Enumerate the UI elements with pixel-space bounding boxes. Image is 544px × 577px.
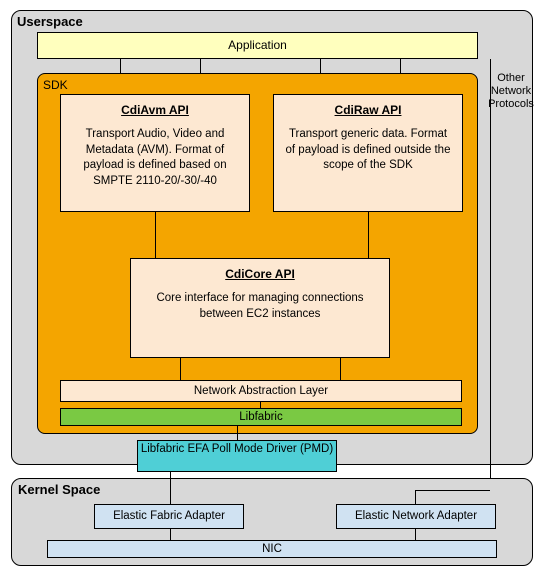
cdiraw-api-box: CdiRaw API Transport generic data. Forma… <box>273 94 463 212</box>
userspace-title: Userspace <box>17 14 117 30</box>
architecture-diagram: Userspace Application Other Network Prot… <box>0 0 544 577</box>
cdiavm-api-box: CdiAvm API Transport Audio, Video and Me… <box>60 94 250 212</box>
libfabric-box: Libfabric <box>60 408 462 426</box>
connector <box>170 529 171 540</box>
nic-box: NIC <box>47 540 497 558</box>
cdicore-desc: Core interface for managing connections … <box>143 291 377 322</box>
application-box: Application <box>37 32 478 59</box>
connector <box>180 358 181 380</box>
cdiavm-desc: Transport Audio, Video and Metadata (AVM… <box>71 127 239 189</box>
connector <box>415 490 490 491</box>
cdiraw-title: CdiRaw API <box>284 103 452 117</box>
libfabric-pmd-box: Libfabric EFA Poll Mode Driver (PMD) <box>137 440 337 472</box>
cdiavm-title: CdiAvm API <box>71 103 239 117</box>
elastic-fabric-adapter-box: Elastic Fabric Adapter <box>94 504 244 529</box>
elastic-network-adapter-box: Elastic Network Adapter <box>336 504 496 529</box>
cdiraw-desc: Transport generic data. Format of payloa… <box>284 127 452 174</box>
connector <box>170 472 171 504</box>
connector <box>340 358 341 380</box>
connector <box>237 426 238 440</box>
kernel-space-title: Kernel Space <box>18 482 118 498</box>
sdk-title: SDK <box>43 78 93 94</box>
cdicore-title: CdiCore API <box>143 267 377 281</box>
connector <box>415 490 416 504</box>
connector <box>415 529 416 540</box>
cdicore-api-box: CdiCore API Core interface for managing … <box>130 258 390 358</box>
network-abstraction-layer-box: Network Abstraction Layer <box>60 380 462 402</box>
other-network-protocols-label: Other Network Protocols <box>484 72 538 127</box>
